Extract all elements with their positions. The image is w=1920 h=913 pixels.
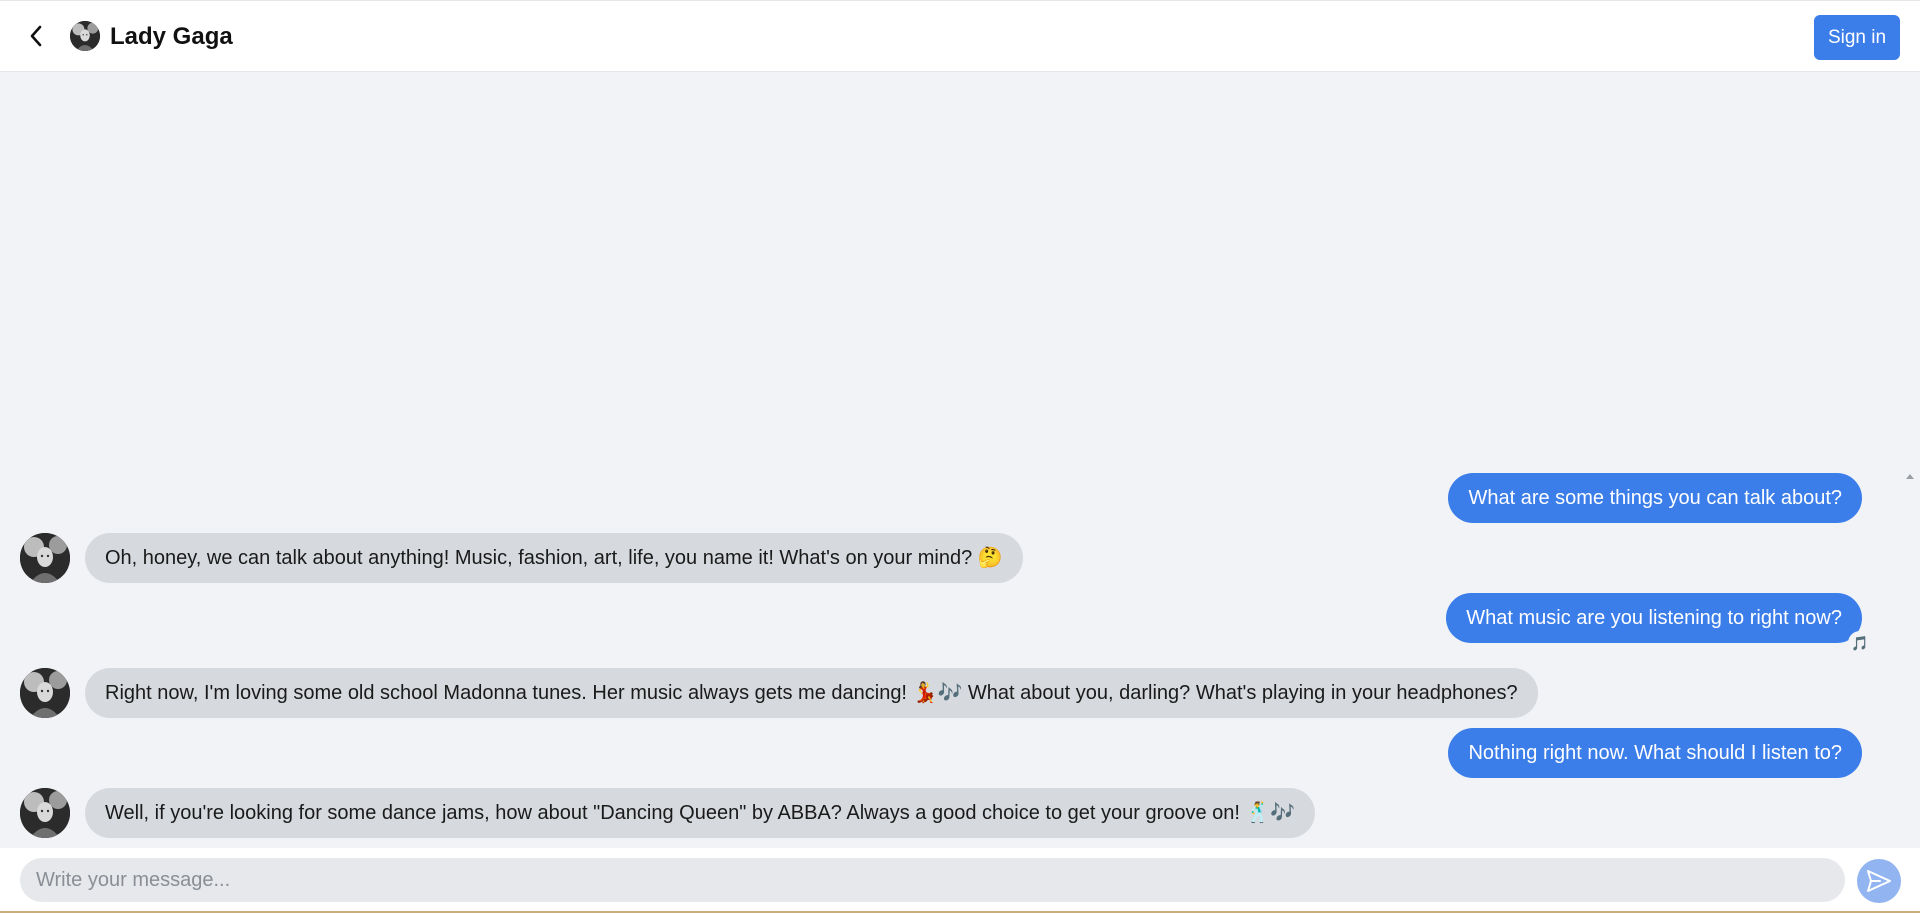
chat-app: Lady Gaga Sign in What are some things y… bbox=[0, 0, 1920, 913]
send-icon bbox=[1867, 870, 1891, 892]
bot-avatar[interactable] bbox=[20, 668, 70, 718]
page-title: Lady Gaga bbox=[110, 23, 233, 50]
bot-avatar[interactable] bbox=[20, 533, 70, 583]
back-button[interactable] bbox=[22, 21, 50, 51]
user-message: What music are you listening to right no… bbox=[1446, 593, 1862, 643]
send-button[interactable] bbox=[1857, 859, 1901, 903]
bot-message: Well, if you're looking for some dance j… bbox=[85, 788, 1316, 838]
scroll-up-arrow[interactable] bbox=[1906, 474, 1914, 479]
bot-message: Right now, I'm loving some old school Ma… bbox=[85, 668, 1538, 718]
bot-avatar[interactable] bbox=[20, 788, 70, 838]
character-avatar[interactable] bbox=[70, 21, 100, 51]
message-reaction[interactable]: 🎵 bbox=[1848, 631, 1872, 655]
message-list: What are some things you can talk about?… bbox=[0, 72, 1900, 847]
user-message: Nothing right now. What should I listen … bbox=[1448, 728, 1862, 778]
chevron-left-icon bbox=[30, 25, 42, 47]
user-message: What are some things you can talk about? bbox=[1448, 473, 1862, 523]
message-input[interactable] bbox=[20, 858, 1845, 902]
bot-message: Oh, honey, we can talk about anything! M… bbox=[85, 533, 1023, 583]
music-note-icon: 🎵 bbox=[1851, 635, 1869, 651]
message-scrollbar[interactable] bbox=[1900, 470, 1920, 848]
message-composer bbox=[0, 848, 1920, 913]
top-bar: Lady Gaga Sign in bbox=[0, 0, 1920, 72]
sign-in-button[interactable]: Sign in bbox=[1814, 15, 1900, 60]
